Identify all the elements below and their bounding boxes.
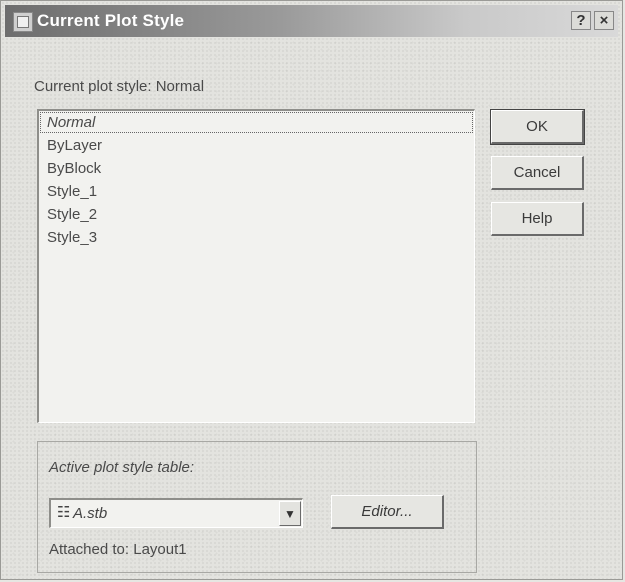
plot-style-table-value: A.stb	[73, 505, 108, 522]
help-button[interactable]: Help	[491, 202, 584, 236]
list-item[interactable]: Style_1	[39, 180, 474, 203]
list-item[interactable]: Style_3	[39, 226, 474, 249]
cancel-button[interactable]: Cancel	[491, 156, 584, 190]
attached-to-label: Attached to: Layout1	[49, 541, 187, 558]
current-plot-style-dialog: Current Plot Style ? × Current plot styl…	[0, 0, 623, 580]
window-title: Current Plot Style	[37, 11, 185, 30]
title-bar[interactable]: Current Plot Style ? ×	[5, 5, 618, 37]
chevron-down-icon[interactable]: ▼	[279, 501, 301, 526]
current-plot-style-label: Current plot style: Normal	[34, 78, 205, 95]
active-table-label: Active plot style table:	[49, 459, 195, 476]
list-item[interactable]: ByBlock	[39, 157, 474, 180]
ok-button[interactable]: OK	[490, 109, 585, 145]
plot-style-list[interactable]: Normal ByLayer ByBlock Style_1 Style_2 S…	[37, 109, 475, 423]
table-icon: ☷	[57, 504, 71, 521]
window-icon	[13, 12, 33, 32]
list-item[interactable]: ByLayer	[39, 134, 474, 157]
list-item[interactable]: Normal	[39, 111, 474, 134]
editor-button[interactable]: Editor...	[331, 495, 444, 529]
close-button[interactable]: ×	[594, 11, 614, 30]
plot-style-table-select[interactable]: ☷ A.stb ▼	[49, 498, 303, 528]
help-titlebar-button[interactable]: ?	[571, 11, 591, 30]
list-item[interactable]: Style_2	[39, 203, 474, 226]
